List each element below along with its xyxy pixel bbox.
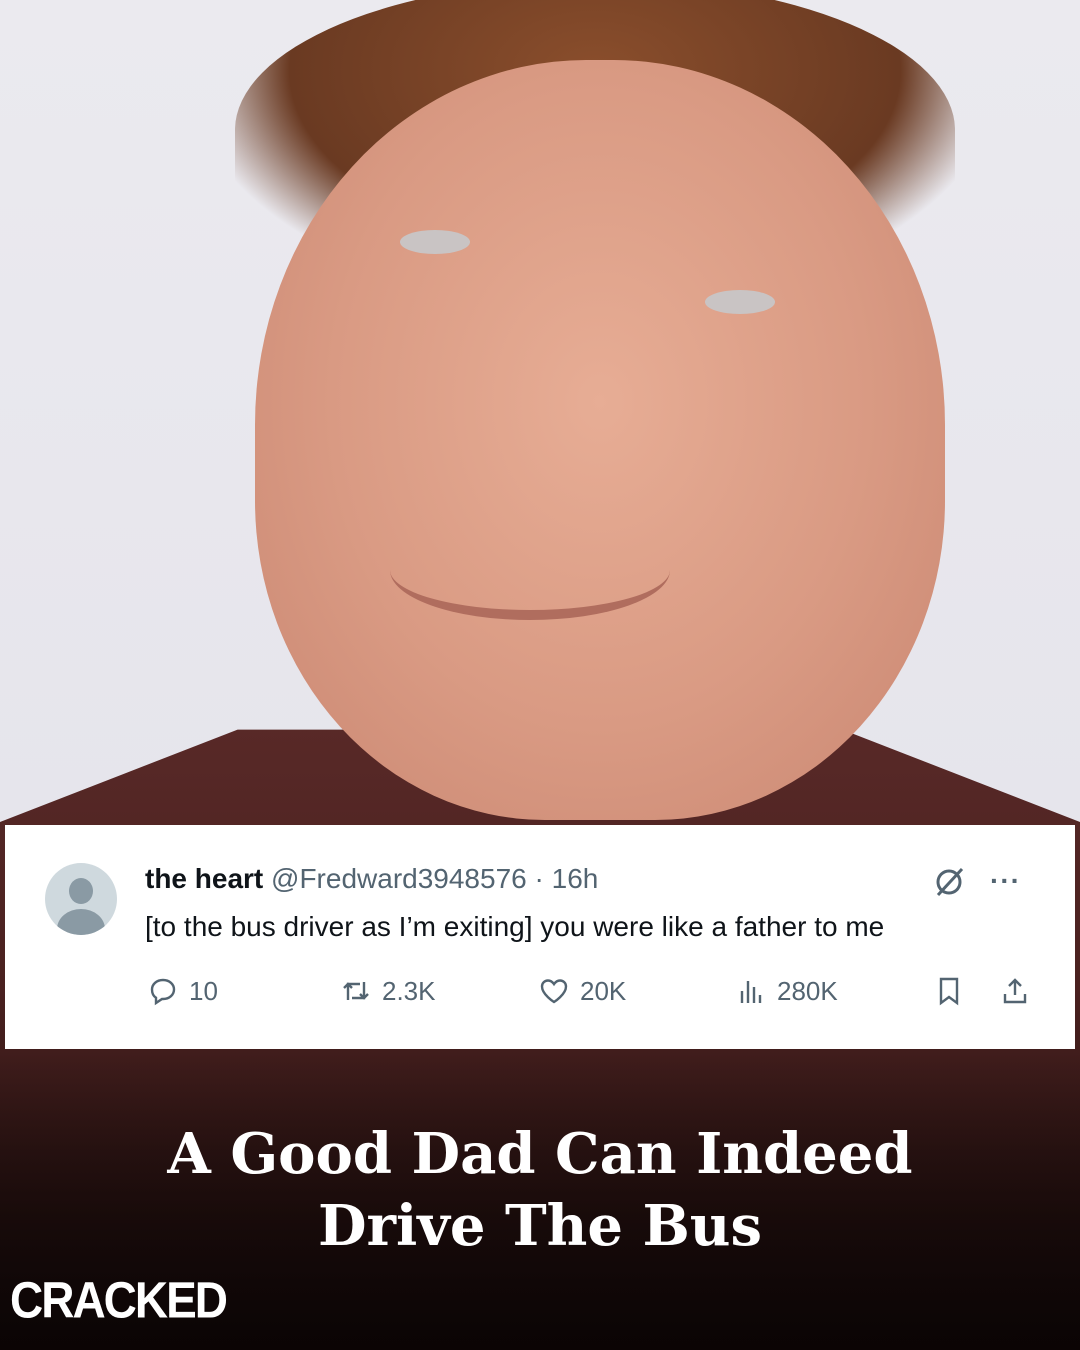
photo-eye-right bbox=[705, 290, 775, 314]
repost-count: 2.3K bbox=[382, 975, 436, 1006]
photo-eye-left bbox=[400, 230, 470, 254]
headline-line-2: Drive The Bus bbox=[317, 1193, 763, 1259]
reply-icon bbox=[150, 978, 176, 1006]
reply-count: 10 bbox=[189, 975, 218, 1006]
bookmark-button[interactable] bbox=[933, 975, 965, 1007]
tweet-header: the heart @Fredward3948576 · 16h bbox=[145, 863, 598, 895]
grok-icon[interactable] bbox=[932, 865, 966, 899]
headline-line-1: A Good Dad Can Indeed bbox=[167, 1121, 913, 1187]
tweet-display-name[interactable]: the heart bbox=[145, 863, 263, 894]
like-button[interactable]: 20K bbox=[538, 975, 626, 1007]
tweet-separator: · bbox=[534, 863, 544, 894]
reply-button[interactable]: 10 bbox=[147, 975, 218, 1007]
tweet-time[interactable]: 16h bbox=[552, 863, 599, 894]
tweet-card: the heart @Fredward3948576 · 16h ··· [to… bbox=[5, 825, 1075, 1049]
brand-logo: CRACKED bbox=[10, 1271, 228, 1329]
views-icon bbox=[740, 981, 762, 1003]
share-icon bbox=[1003, 978, 1027, 1004]
more-icon[interactable]: ··· bbox=[990, 865, 1021, 897]
avatar-icon[interactable] bbox=[45, 863, 117, 935]
repost-button[interactable]: 2.3K bbox=[340, 975, 436, 1007]
views-count: 280K bbox=[777, 975, 838, 1006]
tweet-text: [to the bus driver as I’m exiting] you w… bbox=[145, 911, 885, 942]
photo-face bbox=[255, 60, 945, 820]
headline: A Good Dad Can Indeed Drive The Bus bbox=[0, 1118, 1080, 1262]
tweet-handle[interactable]: @Fredward3948576 bbox=[271, 863, 527, 894]
like-icon bbox=[540, 979, 568, 1004]
bookmark-icon bbox=[939, 977, 959, 1006]
photo-mouth bbox=[390, 520, 670, 620]
tweet-actions: 10 2.3K 20K 280K bbox=[5, 975, 1075, 1015]
repost-icon bbox=[343, 982, 369, 1000]
views-button[interactable]: 280K bbox=[735, 975, 838, 1007]
share-button[interactable] bbox=[999, 975, 1031, 1007]
like-count: 20K bbox=[580, 975, 627, 1006]
